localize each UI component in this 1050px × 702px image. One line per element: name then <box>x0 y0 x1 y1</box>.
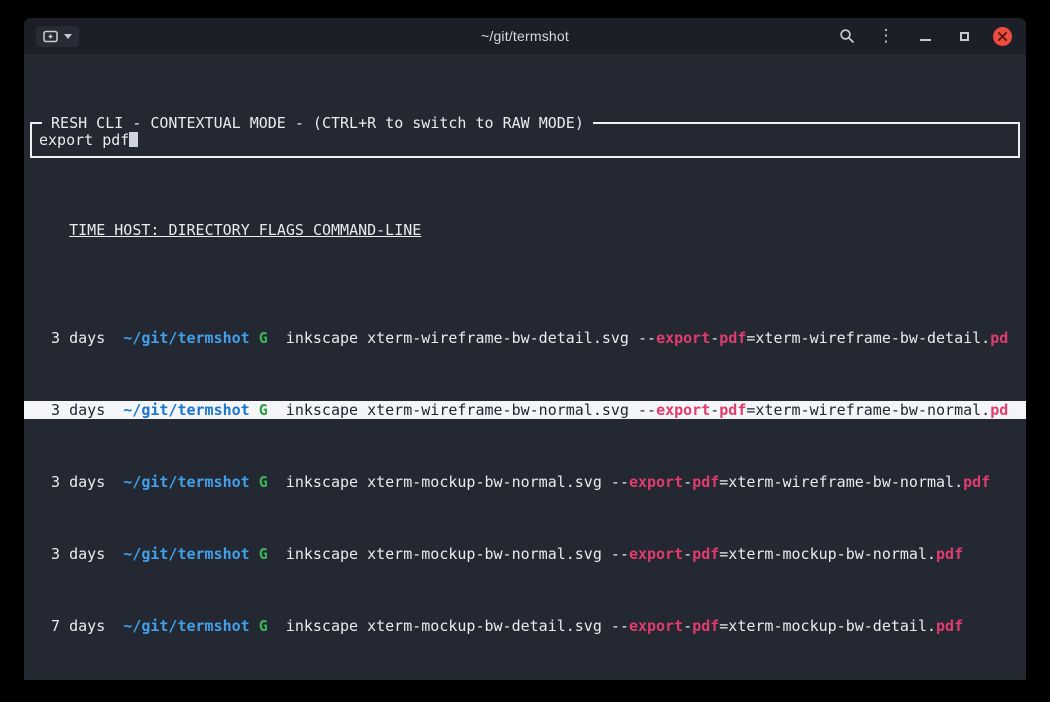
row-host: ~/git/termshot <box>114 401 249 419</box>
minimize-button[interactable] <box>915 26 935 46</box>
terminal-window: ~/git/termshot ⋮ <box>24 18 1026 680</box>
history-row[interactable]: 7 days ~/git/termshot G inkscape xterm-m… <box>24 617 1026 635</box>
row-command: inkscape xterm-mockup-bw-normal.svg --ex… <box>286 545 1017 563</box>
menu-button[interactable]: ⋮ <box>876 26 896 46</box>
row-command: inkscape xterm-wireframe-bw-detail.svg -… <box>286 329 1017 347</box>
table-header: TIME HOST: DIRECTORY FLAGS COMMAND-LINE <box>24 221 1026 239</box>
row-flags: G <box>259 473 268 491</box>
search-query-text: export pdf <box>39 131 129 149</box>
history-row[interactable]: 3 days ~/git/termshot G inkscape xterm-w… <box>24 329 1026 347</box>
row-command: inkscape xterm-mockup-bw-detail.svg --ex… <box>286 617 1017 635</box>
history-row[interactable]: 3 days ~/git/termshot G inkscape xterm-w… <box>24 401 1026 419</box>
close-icon <box>998 32 1007 41</box>
new-tab-icon <box>43 30 58 43</box>
row-flags: G <box>259 617 268 635</box>
row-host: ~/git/termshot <box>114 473 249 491</box>
row-time: 3 days <box>33 401 105 419</box>
restore-icon <box>960 32 969 41</box>
chevron-down-icon <box>64 34 72 39</box>
search-panel-title: RESH CLI - CONTEXTUAL MODE - (CTRL+R to … <box>42 114 593 132</box>
kebab-menu-icon: ⋮ <box>878 28 895 45</box>
text-cursor <box>129 132 138 147</box>
history-row[interactable]: 3 days ~/git/termshot G inkscape xterm-m… <box>24 473 1026 491</box>
row-time: 3 days <box>33 329 105 347</box>
row-time: 3 days <box>33 545 105 563</box>
row-flags: G <box>259 329 268 347</box>
titlebar: ~/git/termshot ⋮ <box>24 18 1026 54</box>
row-flags: G <box>259 401 268 419</box>
search-panel: RESH CLI - CONTEXTUAL MODE - (CTRL+R to … <box>30 122 1020 158</box>
search-icon <box>839 28 855 44</box>
minimize-icon <box>920 39 931 41</box>
history-list: 3 days ~/git/termshot G inkscape xterm-w… <box>24 293 1026 680</box>
restore-button[interactable] <box>954 26 974 46</box>
row-command: inkscape xterm-mockup-bw-normal.svg --ex… <box>286 473 1017 491</box>
search-query-input[interactable]: export pdf <box>32 131 138 149</box>
row-host: ~/git/termshot <box>114 329 249 347</box>
history-row[interactable]: 3 days ~/git/termshot G inkscape xterm-m… <box>24 545 1026 563</box>
row-host: ~/git/termshot <box>114 617 249 635</box>
close-button[interactable] <box>993 27 1012 46</box>
terminal-content: RESH CLI - CONTEXTUAL MODE - (CTRL+R to … <box>24 54 1026 680</box>
row-host: ~/git/termshot <box>114 545 249 563</box>
search-button[interactable] <box>837 26 857 46</box>
row-command: inkscape xterm-wireframe-bw-normal.svg -… <box>286 401 1017 419</box>
row-time: 7 days <box>33 617 105 635</box>
row-flags: G <box>259 545 268 563</box>
new-tab-button[interactable] <box>36 26 79 47</box>
row-time: 3 days <box>33 473 105 491</box>
